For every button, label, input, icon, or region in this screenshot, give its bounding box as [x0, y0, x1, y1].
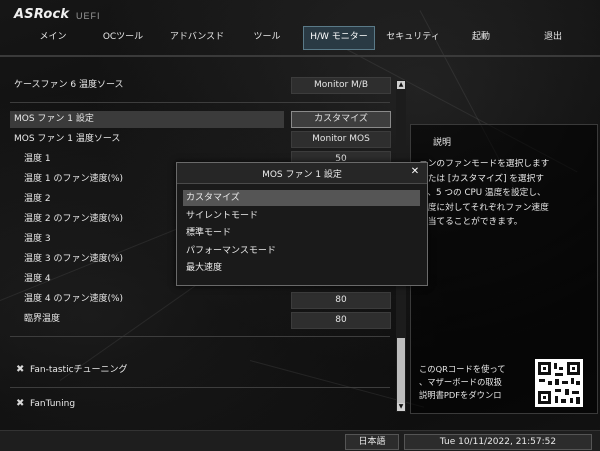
qr-code-icon — [535, 359, 583, 407]
separator — [10, 387, 390, 388]
down-arrow-icon[interactable]: ▼ — [397, 403, 405, 411]
tab-advanced[interactable]: アドバンスド — [164, 26, 230, 48]
tab-oc-tweaker[interactable]: OCツール — [92, 26, 154, 48]
dialog-header: MOS ファン 1 設定 ✕ — [177, 163, 427, 184]
fan-tuning-label: FanTuning — [30, 399, 76, 409]
separator — [10, 336, 390, 337]
description-line: または [カスタマイズ] を選択す — [419, 173, 544, 184]
case-fan6-source-label: ケースファン 6 温度ソース — [14, 80, 124, 90]
qr-line: 説明書PDFをダウンロ — [419, 390, 502, 400]
tab-tool[interactable]: ツール — [238, 26, 296, 48]
description-line: 割当てることができます。 — [419, 217, 523, 227]
dialog-title: MOS ファン 1 設定 — [262, 170, 342, 180]
language-button[interactable]: 日本語 — [345, 434, 399, 450]
wrench-icon: ✖ — [16, 364, 25, 375]
description-title: 説明 — [433, 138, 452, 148]
top-nav: メイン OCツール アドバンスド ツール H/W モニター セキュリティ 起動 … — [0, 24, 600, 50]
tab-hw-monitor[interactable]: H/W モニター — [303, 26, 375, 50]
description-line: と、5 つの CPU 温度を設定し、 — [419, 188, 546, 198]
mos-fan1-source-value[interactable]: Monitor MOS — [291, 131, 391, 148]
temp4-speed-label: 温度 4 のファン速度(%) — [24, 294, 124, 304]
mos-fan1-setting-value[interactable]: カスタマイズ — [291, 111, 391, 128]
option-full-speed[interactable]: 最大速度 — [183, 260, 420, 276]
description-line: ァンのファンモードを選択します — [419, 159, 550, 169]
tab-exit[interactable]: 退出 — [522, 26, 584, 48]
uefi-label: UEFI — [76, 11, 101, 21]
status-bar: 日本語 Tue 10/11/2022, 21:57:52 — [0, 430, 600, 451]
fantastic-tuning-label: Fan-tasticチューニング — [30, 365, 128, 375]
qr-description: このQRコードを使って 、マザーボードの取扱 説明書PDFをダウンロ — [419, 363, 531, 402]
option-performance[interactable]: パフォーマンスモード — [183, 243, 420, 259]
critical-temp-label: 臨界温度 — [24, 314, 61, 324]
tab-main[interactable]: メイン — [22, 26, 84, 48]
nav-divider — [0, 55, 600, 57]
mos-fan1-setting-dialog: MOS ファン 1 設定 ✕ カスタマイズ サイレントモード 標準モード パフォ… — [176, 162, 428, 286]
option-standard[interactable]: 標準モード — [183, 225, 420, 241]
critical-temp-value[interactable]: 80 — [291, 312, 391, 329]
scrollbar-thumb[interactable] — [397, 338, 405, 404]
description-line: 温度に対してそれぞれファン速度 — [419, 202, 549, 213]
qr-line: このQRコードを使って — [419, 364, 506, 374]
up-arrow-icon[interactable]: ▲ — [397, 81, 405, 89]
fan-tuning-item[interactable]: ✖ FanTuning — [16, 398, 75, 409]
tab-boot[interactable]: 起動 — [452, 26, 510, 48]
mos-fan1-setting-label[interactable]: MOS ファン 1 設定 — [10, 111, 284, 128]
separator — [10, 102, 390, 103]
tab-security[interactable]: セキュリティ — [380, 26, 446, 48]
close-icon[interactable]: ✕ — [409, 166, 421, 178]
description-text: ァンのファンモードを選択します または [カスタマイズ] を選択す と、5 つの… — [419, 157, 595, 230]
temp4-speed-value[interactable]: 80 — [291, 292, 391, 309]
option-customize[interactable]: カスタマイズ — [183, 190, 420, 206]
date-time-display: Tue 10/11/2022, 21:57:52 — [404, 434, 592, 450]
mos-fan1-source-label: MOS ファン 1 温度ソース — [14, 134, 121, 144]
fantastic-tuning-item[interactable]: ✖ Fan-tasticチューニング — [16, 362, 128, 375]
description-panel: 説明 ァンのファンモードを選択します または [カスタマイズ] を選択す と、5… — [410, 124, 598, 414]
wrench-icon: ✖ — [16, 398, 25, 409]
option-silent[interactable]: サイレントモード — [183, 208, 420, 224]
qr-line: 、マザーボードの取扱 — [419, 377, 502, 387]
asrock-logo: ASRock — [14, 7, 70, 22]
case-fan6-source-value[interactable]: Monitor M/B — [291, 77, 391, 94]
